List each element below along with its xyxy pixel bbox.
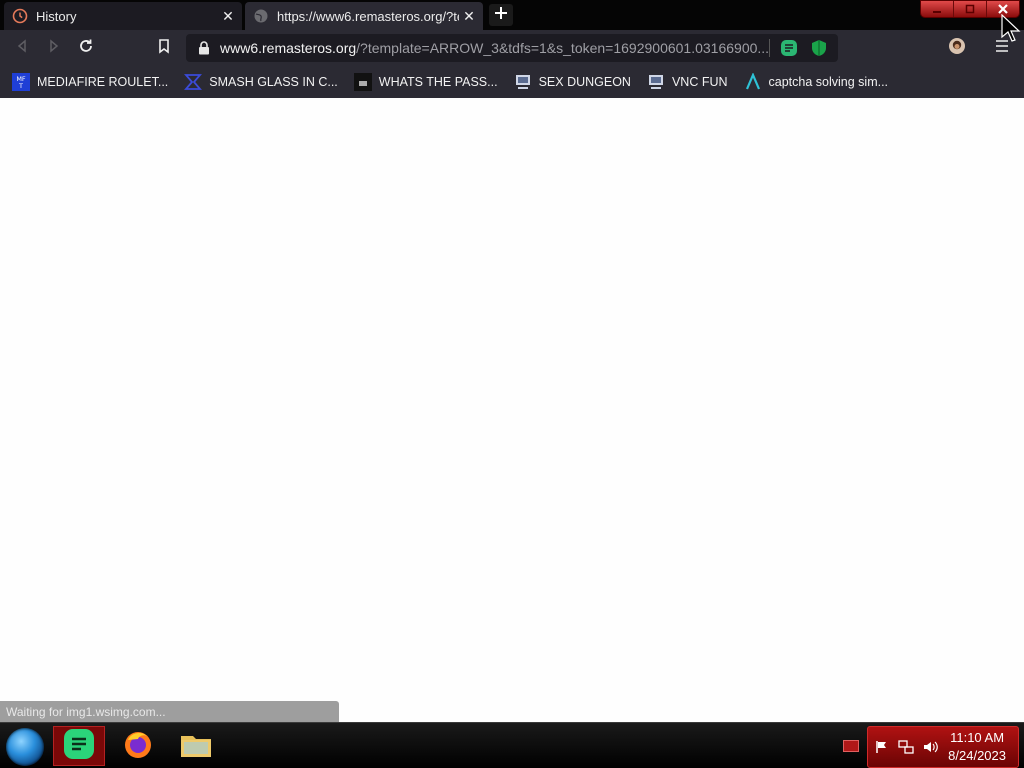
url-path: /?template=ARROW_3&tdfs=1&s_token=169290… [356, 40, 769, 56]
account-avatar[interactable] [945, 36, 969, 60]
avatar-icon [948, 37, 966, 60]
address-bar[interactable]: www6.remasteros.org/?template=ARROW_3&td… [186, 34, 838, 62]
tab-title: History [36, 8, 77, 24]
close-tab-icon[interactable]: ✕ [459, 6, 479, 26]
firefox-icon [122, 728, 154, 765]
taskbar-firefox[interactable] [112, 726, 164, 766]
page-content[interactable]: Waiting for img1.wsimg.com... [0, 98, 1024, 722]
bookmark-label: captcha solving sim... [768, 75, 889, 89]
lock-icon[interactable] [196, 40, 212, 56]
bookmarks-bar: MF T MEDIAFIRE ROULET... SMASH GLASS IN C… [0, 66, 1024, 98]
bookmark-whats-the-pass[interactable]: WHATS THE PASS... [353, 70, 498, 94]
status-bar: Waiting for img1.wsimg.com... [0, 701, 339, 722]
forward-button[interactable] [42, 36, 66, 60]
tray-overflow-icon[interactable] [843, 740, 859, 752]
shield-extension-icon[interactable] [808, 37, 830, 59]
new-tab-button[interactable] [489, 4, 513, 26]
url-text[interactable]: www6.remasteros.org/?template=ARROW_3&td… [220, 40, 769, 56]
tab-strip: History ✕ https://www6.remasteros.org/?t… [0, 0, 1024, 30]
notes-app-icon [63, 728, 95, 765]
folder-icon [179, 728, 213, 765]
navigation-bar: www6.remasteros.org/?template=ARROW_3&td… [0, 30, 1024, 66]
notes-extension-icon[interactable] [778, 37, 800, 59]
system-tray: 11:10 AM 8/24/2023 [867, 726, 1019, 768]
glass-icon [184, 73, 203, 91]
bookmark-label: SEX DUNGEON [538, 75, 631, 89]
volume-icon[interactable] [920, 737, 940, 757]
back-button[interactable] [10, 36, 34, 60]
plus-icon [494, 6, 508, 25]
taskbar-notes-app[interactable] [53, 726, 105, 766]
flag-icon[interactable] [872, 737, 892, 757]
bookmark-captcha[interactable]: captcha solving sim... [744, 70, 889, 94]
bookmark-icon [157, 38, 171, 59]
desktop: History ✕ https://www6.remasteros.org/?t… [0, 0, 1024, 768]
url-host: www6.remasteros.org [220, 40, 357, 56]
tab-history[interactable]: History ✕ [4, 2, 242, 30]
bookmark-label: VNC FUN [671, 75, 728, 89]
clock-date: 8/24/2023 [948, 748, 1006, 763]
bookmark-smash-glass[interactable]: SMASH GLASS IN C... [184, 70, 338, 94]
globe-icon [253, 8, 269, 24]
tab-remasteros[interactable]: https://www6.remasteros.org/?template=AR… [245, 2, 483, 30]
taskbar: 11:10 AM 8/24/2023 [0, 722, 1024, 768]
bookmark-label: SMASH GLASS IN C... [209, 75, 338, 89]
svg-text:T: T [18, 82, 23, 90]
bookmark-label: MEDIAFIRE ROULET... [37, 75, 169, 89]
minimize-button[interactable] [921, 1, 953, 17]
tab-title: https://www6.remasteros.org/?template=AR… [277, 8, 459, 24]
reload-button[interactable] [74, 36, 98, 60]
mouse-cursor-icon [1001, 14, 1021, 42]
network-icon[interactable] [896, 737, 916, 757]
clock[interactable]: 11:10 AM 8/24/2023 [948, 729, 1006, 765]
history-clock-icon [12, 8, 28, 24]
bookmark-page-button[interactable] [152, 36, 176, 60]
bookmark-label: WHATS THE PASS... [378, 75, 498, 89]
back-arrow-icon [14, 38, 30, 59]
computer-icon [514, 73, 532, 91]
reload-icon [78, 38, 94, 59]
start-button[interactable] [6, 728, 44, 766]
divider [769, 39, 770, 57]
pass-icon [353, 73, 372, 91]
bookmark-vnc-fun[interactable]: VNC FUN [647, 70, 728, 94]
lambda-icon [744, 73, 762, 91]
maximize-button[interactable] [953, 1, 986, 17]
forward-arrow-icon [46, 38, 62, 59]
taskbar-file-explorer[interactable] [170, 726, 222, 766]
mediafire-icon: MF T [12, 73, 30, 91]
close-tab-icon[interactable]: ✕ [218, 6, 238, 26]
bookmark-dungeon[interactable]: SEX DUNGEON [514, 70, 631, 94]
computer-icon [647, 73, 665, 91]
bookmark-mediafire[interactable]: MF T MEDIAFIRE ROULET... [12, 70, 168, 94]
clock-time: 11:10 AM [950, 730, 1005, 745]
